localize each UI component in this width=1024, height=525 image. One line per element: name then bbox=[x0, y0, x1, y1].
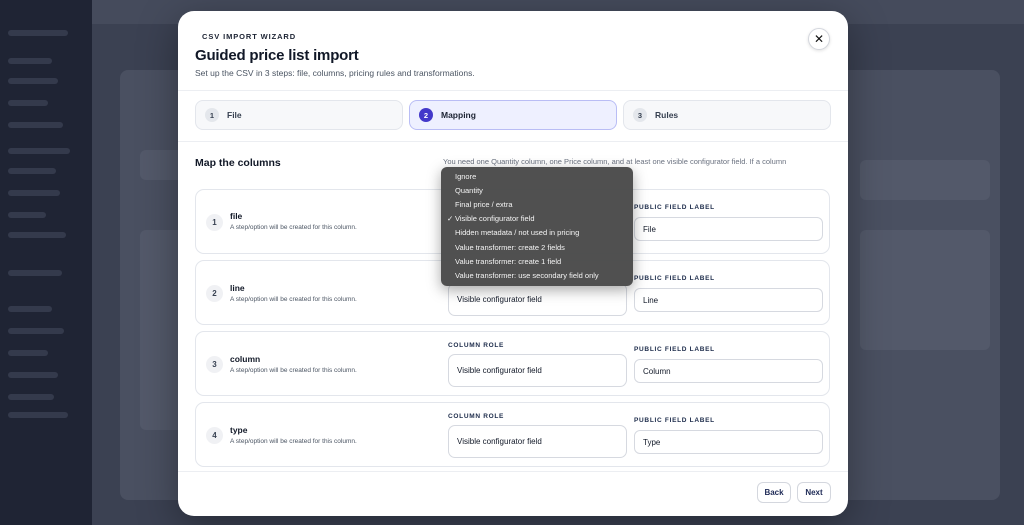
dropdown-option[interactable]: Value transformer: use secondary field o… bbox=[441, 268, 633, 282]
public-field-input[interactable]: Type bbox=[634, 430, 823, 454]
section-note: You need one Quantity column, one Price … bbox=[443, 157, 787, 166]
step-label: Rules bbox=[655, 110, 679, 120]
dropdown-option[interactable]: Ignore bbox=[441, 169, 633, 183]
dropdown-option[interactable]: Quantity bbox=[441, 183, 633, 197]
mapping-row: 3 column A step/option will be created f… bbox=[195, 331, 830, 396]
step-label: File bbox=[227, 110, 242, 120]
column-role-select[interactable]: Visible configurator field bbox=[448, 354, 627, 387]
option-label: Ignore bbox=[455, 171, 477, 181]
option-label: Value transformer: use secondary field o… bbox=[455, 270, 599, 280]
checkmark-icon: ✓ bbox=[447, 214, 454, 224]
step-number: 1 bbox=[205, 108, 219, 122]
option-label: Value transformer: create 1 field bbox=[455, 256, 562, 266]
background-sidebar bbox=[0, 0, 92, 525]
next-button[interactable]: Next bbox=[797, 482, 831, 503]
public-field-input[interactable]: Line bbox=[634, 288, 823, 312]
step-rules[interactable]: 3 Rules bbox=[623, 100, 831, 130]
close-icon: ✕ bbox=[813, 32, 825, 46]
section-title: Map the columns bbox=[195, 157, 281, 169]
public-field-label-heading: PUBLIC FIELD LABEL bbox=[634, 417, 715, 424]
column-role-heading: COLUMN ROLE bbox=[448, 342, 505, 349]
column-name: type bbox=[230, 425, 248, 435]
step-file[interactable]: 1 File bbox=[195, 100, 403, 130]
column-name: column bbox=[230, 354, 261, 364]
background-card bbox=[860, 160, 990, 200]
column-description: A step/option will be created for this c… bbox=[230, 367, 357, 374]
public-field-label-heading: PUBLIC FIELD LABEL bbox=[634, 275, 715, 282]
header-divider bbox=[178, 90, 848, 91]
step-number: 2 bbox=[419, 108, 433, 122]
column-name: file bbox=[230, 211, 243, 221]
close-button[interactable]: ✕ bbox=[808, 28, 830, 50]
column-role-select[interactable]: Visible configurator field bbox=[448, 283, 627, 316]
wizard-subtitle: Set up the CSV in 3 steps: file, columns… bbox=[195, 68, 475, 78]
option-label: Value transformer: create 2 fields bbox=[455, 242, 565, 252]
column-role-select[interactable]: Visible configurator field bbox=[448, 425, 627, 458]
steps-divider bbox=[178, 141, 848, 142]
column-description: A step/option will be created for this c… bbox=[230, 224, 357, 231]
dropdown-option-selected[interactable]: ✓ Visible configurator field bbox=[441, 212, 633, 226]
public-field-label-heading: PUBLIC FIELD LABEL bbox=[634, 346, 715, 353]
background-card bbox=[860, 230, 990, 350]
public-field-input[interactable]: Column bbox=[634, 359, 823, 383]
public-field-input[interactable]: File bbox=[634, 217, 823, 241]
wizard-eyebrow: CSV IMPORT WIZARD bbox=[202, 32, 297, 41]
footer-divider bbox=[178, 471, 848, 472]
row-number: 1 bbox=[206, 214, 223, 231]
wizard-title: Guided price list import bbox=[195, 47, 359, 64]
row-number: 3 bbox=[206, 356, 223, 373]
option-label: Quantity bbox=[455, 185, 483, 195]
column-role-heading: COLUMN ROLE bbox=[448, 413, 505, 420]
step-label: Mapping bbox=[441, 110, 476, 120]
row-number: 2 bbox=[206, 285, 223, 302]
column-name: line bbox=[230, 283, 245, 293]
dropdown-option[interactable]: Value transformer: create 2 fields bbox=[441, 240, 633, 254]
dropdown-option[interactable]: Hidden metadata / not used in pricing bbox=[441, 226, 633, 240]
column-description: A step/option will be created for this c… bbox=[230, 438, 357, 445]
step-number: 3 bbox=[633, 108, 647, 122]
mapping-row: 4 type A step/option will be created for… bbox=[195, 402, 830, 467]
back-button[interactable]: Back bbox=[757, 482, 791, 503]
row-number: 4 bbox=[206, 427, 223, 444]
dropdown-option[interactable]: Value transformer: create 1 field bbox=[441, 254, 633, 268]
public-field-label-heading: PUBLIC FIELD LABEL bbox=[634, 204, 715, 211]
step-mapping[interactable]: 2 Mapping bbox=[409, 100, 617, 130]
option-label: Hidden metadata / not used in pricing bbox=[455, 228, 580, 238]
column-role-dropdown: Ignore Quantity Final price / extra ✓ Vis… bbox=[441, 167, 633, 286]
option-label: Visible configurator field bbox=[455, 214, 535, 224]
column-description: A step/option will be created for this c… bbox=[230, 296, 357, 303]
option-label: Final price / extra bbox=[455, 199, 513, 209]
dropdown-option[interactable]: Final price / extra bbox=[441, 197, 633, 211]
